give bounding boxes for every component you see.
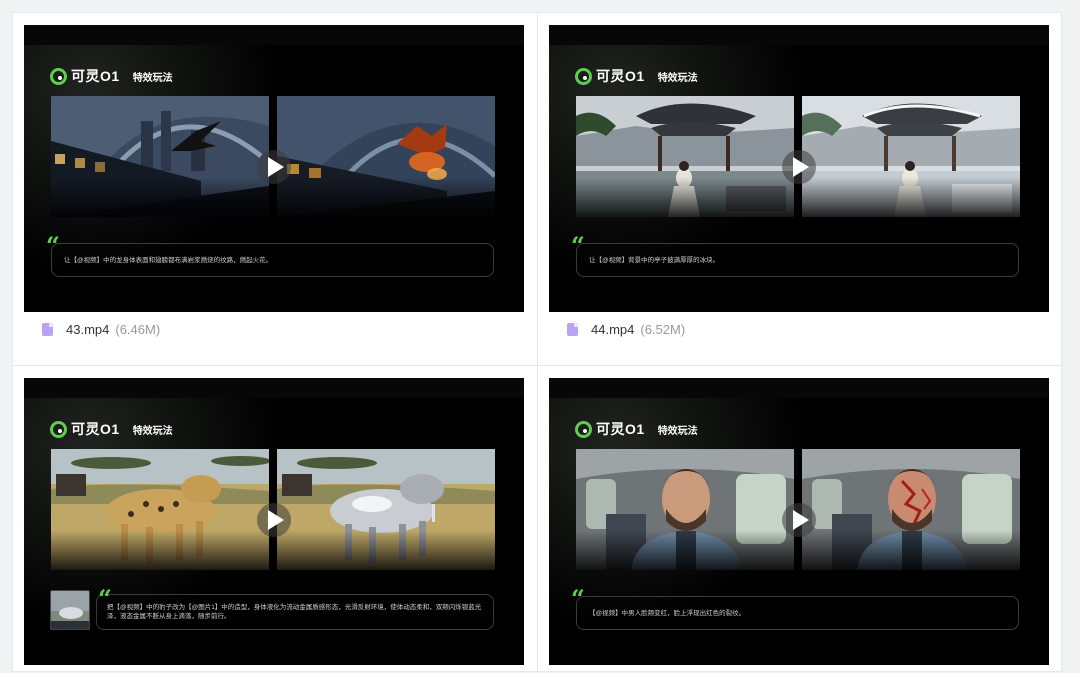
video-file-icon (42, 323, 53, 336)
file-name[interactable]: 43.mp4 (66, 322, 109, 337)
thumbnail-shade (802, 177, 1020, 217)
prompt-text: 让【@视频】中的龙身体表面和翅膀都布满岩浆燃烧的纹路，燃起火花。 (64, 257, 273, 264)
brand-name: 可灵O1 (596, 68, 645, 84)
after-thumbnail (277, 449, 495, 570)
brand-name: 可灵O1 (71, 68, 120, 84)
file-info[interactable]: 44.mp4 (6.52M) (567, 322, 685, 337)
video-top-bar (24, 378, 524, 398)
file-info[interactable]: 43.mp4 (6.46M) (42, 322, 160, 337)
kling-logo: 可灵O1 特效玩法 (50, 66, 173, 86)
kling-logo: 可灵O1 特效玩法 (575, 66, 698, 86)
prompt-text: 【@视频】中男人脸颊变红，脸上浮现出红色的裂纹。 (589, 610, 746, 617)
feature-label: 特效玩法 (132, 425, 173, 437)
play-icon (793, 510, 809, 530)
after-thumbnail (802, 96, 1020, 217)
brand-name: 可灵O1 (596, 421, 645, 437)
file-size: (6.52M) (640, 322, 686, 337)
quote-icon: “ (98, 584, 112, 613)
play-button[interactable] (782, 150, 816, 184)
media-card-leopard[interactable]: 可灵O1 特效玩法 把【@视频】中的豹子改为【@图片1】中的造型，身体液化为流动… (24, 378, 524, 665)
column-divider (537, 13, 538, 673)
play-icon (268, 510, 284, 530)
thumbnail-shade (576, 530, 794, 570)
before-thumbnail (51, 449, 269, 570)
brand-name: 可灵O1 (71, 421, 120, 437)
play-icon (268, 157, 284, 177)
row-divider (13, 365, 1063, 366)
kling-logo: 可灵O1 特效玩法 (575, 419, 698, 439)
video-top-bar (549, 25, 1049, 45)
file-size: (6.46M) (115, 322, 161, 337)
before-thumbnail (576, 449, 794, 570)
kling-logo-icon (575, 67, 592, 85)
reference-image-thumbnail[interactable] (50, 590, 90, 630)
prompt-text: 让【@视频】背景中的亭子披满厚厚的冰块。 (589, 257, 720, 264)
kling-logo-icon (575, 420, 592, 438)
prompt-box: 把【@视频】中的豹子改为【@图片1】中的造型，身体液化为流动金属质感形态，光滑反… (96, 594, 494, 630)
thumbnail-shade (277, 530, 495, 570)
play-button[interactable] (782, 503, 816, 537)
thumbnail-shade (576, 177, 794, 217)
video-preview[interactable]: 可灵O1 特效玩法 (549, 378, 1049, 665)
video-top-bar (549, 378, 1049, 398)
kling-logo: 可灵O1 特效玩法 (50, 419, 173, 439)
media-grid: 可灵O1 特效玩法 让【@视频】中的龙身体表面和翅膀都布满岩浆燃烧的纹路，燃起火… (12, 12, 1063, 673)
after-thumbnail (277, 96, 495, 217)
after-thumbnail (802, 449, 1020, 570)
media-card-43[interactable]: 可灵O1 特效玩法 让【@视频】中的龙身体表面和翅膀都布满岩浆燃烧的纹路，燃起火… (24, 25, 524, 337)
video-preview[interactable]: 可灵O1 特效玩法 (24, 378, 524, 665)
video-top-bar (24, 25, 524, 45)
media-card-44[interactable]: 可灵O1 特效玩法 让【@视频】背景中的亭子披满厚厚的冰块。 “ 44.mp4 … (549, 25, 1049, 337)
prompt-text: 把【@视频】中的豹子改为【@图片1】中的造型，身体液化为流动金属质感形态，光滑反… (107, 604, 482, 620)
before-thumbnail (576, 96, 794, 217)
kling-logo-icon (50, 420, 67, 438)
video-preview[interactable]: 可灵O1 特效玩法 (549, 25, 1049, 312)
quote-icon: “ (46, 231, 60, 260)
video-preview[interactable]: 可灵O1 特效玩法 (24, 25, 524, 312)
play-icon (793, 157, 809, 177)
feature-label: 特效玩法 (132, 72, 173, 84)
feature-label: 特效玩法 (657, 425, 698, 437)
kling-logo-icon (50, 67, 67, 85)
file-name[interactable]: 44.mp4 (591, 322, 634, 337)
video-file-icon (567, 323, 578, 336)
play-button[interactable] (257, 503, 291, 537)
prompt-box: 让【@视频】中的龙身体表面和翅膀都布满岩浆燃烧的纹路，燃起火花。 (51, 243, 494, 277)
thumbnail-shade (51, 530, 269, 570)
thumbnail-shade (51, 177, 269, 217)
before-thumbnail (51, 96, 269, 217)
quote-icon: “ (571, 584, 585, 613)
feature-label: 特效玩法 (657, 72, 698, 84)
play-button[interactable] (257, 150, 291, 184)
prompt-box: 让【@视频】背景中的亭子披满厚厚的冰块。 (576, 243, 1019, 277)
media-card-train-man[interactable]: 可灵O1 特效玩法 【@视频】中男人脸颊变红，脸上浮现出红色的裂纹。 “ (549, 378, 1049, 665)
thumbnail-shade (802, 530, 1020, 570)
prompt-box: 【@视频】中男人脸颊变红，脸上浮现出红色的裂纹。 (576, 596, 1019, 630)
thumbnail-shade (277, 177, 495, 217)
quote-icon: “ (571, 231, 585, 260)
